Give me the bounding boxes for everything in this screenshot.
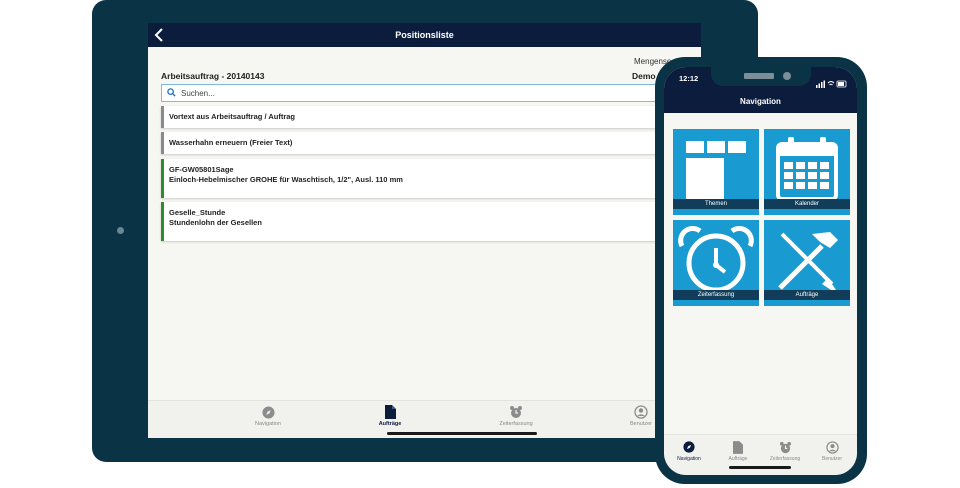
tile-label: Themen	[673, 199, 759, 209]
nav-item-auftraege[interactable]: Aufträge	[716, 440, 760, 462]
tile-kalender[interactable]: Kalender	[764, 129, 850, 215]
phone-device: 12:12 Navigation Themen Kalender Zeiterf…	[655, 57, 867, 484]
tablet-camera	[117, 227, 124, 234]
tile-label: Zeiterfassung	[673, 290, 759, 300]
front-camera	[783, 72, 791, 80]
position-item[interactable]: Wasserhahn erneuern (Freier Text)	[161, 132, 701, 154]
nav-label: Zeiterfassung	[499, 421, 533, 427]
nav-item-navigation[interactable]: Navigation	[233, 405, 303, 427]
phone-screen: 12:12 Navigation Themen Kalender Zeiterf…	[664, 67, 857, 475]
home-indicator	[729, 466, 791, 469]
document-icon	[355, 405, 425, 419]
position-description: Stundenlohn der Gesellen	[169, 218, 262, 227]
position-title: Wasserhahn erneuern (Freier Text)	[169, 138, 293, 147]
status-time: 12:12	[679, 74, 699, 83]
back-chevron-icon[interactable]	[152, 27, 168, 43]
alarm-clock-icon	[763, 440, 807, 454]
tablet-screen: Positionsliste Mengense Arbeitsauftrag -…	[148, 23, 701, 438]
alarm-clock-icon	[481, 405, 551, 419]
home-indicator	[387, 432, 537, 435]
tile-label: Kalender	[764, 199, 850, 209]
page-title: Positionsliste	[395, 30, 454, 40]
tile-auftraege[interactable]: Aufträge	[764, 220, 850, 306]
tile-themen[interactable]: Themen	[673, 129, 759, 215]
position-item[interactable]: Geselle_Stunde Stundenlohn der Gesellen	[161, 202, 701, 241]
position-title: GF-GW05801Sage	[169, 165, 234, 174]
order-label: Arbeitsauftrag - 20140143	[161, 71, 265, 81]
search-icon	[167, 84, 176, 102]
search-input[interactable]	[181, 88, 481, 98]
phone-notch	[711, 67, 811, 86]
tile-label: Aufträge	[764, 290, 850, 300]
position-title: Geselle_Stunde	[169, 208, 226, 217]
nav-item-zeiterfassung[interactable]: Zeiterfassung	[763, 440, 807, 462]
tablet-header: Positionsliste	[148, 23, 701, 47]
document-icon	[716, 440, 760, 454]
nav-item-auftraege[interactable]: Aufträge	[355, 405, 425, 427]
compass-icon	[667, 440, 711, 454]
nav-item-navigation[interactable]: Navigation	[667, 440, 711, 462]
compass-icon	[233, 405, 303, 419]
speaker-grille	[744, 73, 774, 79]
user-icon	[810, 440, 854, 454]
status-bar: 12:12	[664, 67, 857, 89]
signal-wifi-battery-icon	[816, 75, 848, 88]
position-title: Vortext aus Arbeitsauftrag / Auftrag	[169, 112, 295, 121]
nav-item-zeiterfassung[interactable]: Zeiterfassung	[481, 405, 551, 427]
position-item[interactable]: Vortext aus Arbeitsauftrag / Auftrag	[161, 106, 701, 128]
position-item[interactable]: GF-GW05801Sage Einloch-Hebelmischer GROH…	[161, 159, 701, 198]
phone-header: Navigation	[664, 89, 857, 113]
nav-label: Zeiterfassung	[769, 456, 801, 462]
nav-label: Navigation	[677, 456, 701, 462]
phone-page-title: Navigation	[740, 96, 781, 106]
nav-label: Aufträge	[728, 456, 748, 462]
nav-label: Benutzer	[821, 456, 842, 462]
nav-label: Aufträge	[378, 421, 402, 427]
nav-label: Navigation	[255, 421, 281, 427]
tile-zeiterfassung[interactable]: Zeiterfassung	[673, 220, 759, 306]
search-bar[interactable]	[161, 84, 701, 102]
nav-item-benutzer[interactable]: Benutzer	[810, 440, 854, 462]
demo-label: Demo	[632, 71, 656, 81]
position-description: Einloch-Hebelmischer GROHE für Waschtisc…	[169, 175, 403, 184]
